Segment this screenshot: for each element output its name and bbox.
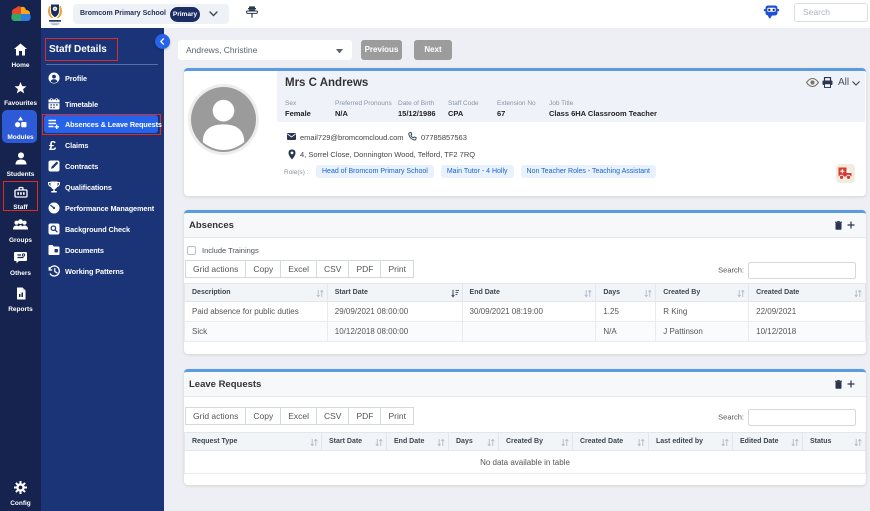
svg-text:£: £ [49,139,57,151]
